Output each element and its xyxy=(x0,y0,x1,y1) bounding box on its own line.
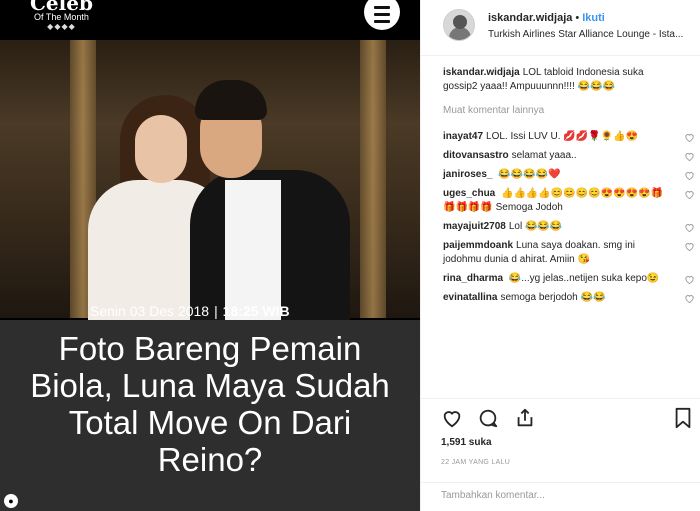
photo-person-woman-face xyxy=(135,115,187,183)
headline-box: Foto Bareng Pemain Biola, Luna Maya Suda… xyxy=(0,320,420,511)
comment-username[interactable]: mayajuit2708 xyxy=(443,221,506,232)
avatar[interactable] xyxy=(443,9,475,41)
comment-text: Semoga Jodoh xyxy=(495,202,563,213)
photo-person-man-hair xyxy=(195,80,267,120)
location-link[interactable]: Turkish Airlines Star Alliance Lounge - … xyxy=(488,29,696,40)
comments-list: iskandar.widjaja LOL tabloid Indonesia su… xyxy=(443,66,695,310)
heart-icon[interactable] xyxy=(684,222,695,233)
heart-icon[interactable] xyxy=(684,151,695,162)
brand-title: Celeb xyxy=(30,0,93,15)
comment-username[interactable]: uges_chua xyxy=(443,188,495,199)
comment-emoji: 😂😂 xyxy=(580,292,606,303)
comment-text: LOL. Issi LUV U. xyxy=(486,131,561,142)
brand-ornament: ◆◆◆◆ xyxy=(47,22,76,31)
article-time: 18:25 WIB xyxy=(222,303,290,319)
comment-emoji: 😉 xyxy=(646,273,660,284)
post-time: 22 JAM YANG LALU xyxy=(441,459,511,466)
menu-icon[interactable] xyxy=(364,0,400,30)
brand-logo: Celeb Of The Month ◆◆◆◆ xyxy=(30,0,93,31)
comment-text: semoga berjodoh xyxy=(500,292,578,303)
article-date-text: Senin 03 Des 2018 xyxy=(90,303,210,319)
comment-emoji-pre: 😂 xyxy=(508,273,522,284)
comment-username[interactable]: inayat47 xyxy=(443,131,483,142)
comment-item: inayat47 LOL. Issi LUV U. 💋💋🌹🌻👍😍 xyxy=(443,130,695,144)
caption-username[interactable]: iskandar.widjaja xyxy=(443,67,520,78)
comment-item: evinatallina semoga berjodoh 😂😂 xyxy=(443,291,695,305)
photo-pillar xyxy=(360,40,386,318)
comment-username[interactable]: paijemmdoank xyxy=(443,240,513,251)
comment-text: ...yg jelas..netijen suka kepo xyxy=(521,273,647,284)
caption: iskandar.widjaja LOL tabloid Indonesia su… xyxy=(443,66,693,94)
comment-username[interactable]: rina_dharma xyxy=(443,273,503,284)
comment-icon[interactable] xyxy=(477,407,499,429)
comment-item: mayajuit2708 Lol 😂😂😂 xyxy=(443,220,695,234)
comment-emoji: 💋💋🌹🌻👍😍 xyxy=(563,131,638,142)
headline-text: Foto Bareng Pemain Biola, Luna Maya Suda… xyxy=(30,330,390,478)
caption-emoji: 😂😂😂 xyxy=(577,81,615,92)
comment-item: uges_chua 👍👍👍👍😊😊😊😊😍😍😍😍🎁🎁🎁🎁🎁 Semoga Jodoh xyxy=(443,187,695,215)
article-date: Senin 03 Des 2018 | 18:25 WIB xyxy=(90,303,290,319)
post-panel: iskandar.widjaja • Ikuti Turkish Airlines … xyxy=(420,0,700,511)
post-media[interactable]: Celeb Of The Month ◆◆◆◆ Senin 03 Des 201… xyxy=(0,0,420,511)
comment-emoji: 😂😂😂 xyxy=(524,221,563,232)
header-username[interactable]: iskandar.widjaja xyxy=(488,12,572,24)
comment-username[interactable]: ditovansastro xyxy=(443,150,509,161)
date-separator: | xyxy=(214,303,218,319)
comment-emoji: 😘 xyxy=(577,254,590,265)
header-user-line: iskandar.widjaja • Ikuti xyxy=(488,12,605,24)
action-icons xyxy=(441,407,546,429)
comment-item: paijemmdoank Luna saya doakan. smg ini jo… xyxy=(443,239,695,267)
comment-username[interactable]: janiroses_ xyxy=(443,169,492,180)
heart-icon[interactable] xyxy=(684,170,695,181)
comment-username[interactable]: evinatallina xyxy=(443,292,497,303)
heart-icon[interactable] xyxy=(684,189,695,200)
comment-item: rina_dharma 😂...yg jelas..netijen suka k… xyxy=(443,272,695,286)
comment-item: janiroses_ 😂😂😂😂❤️ xyxy=(443,168,695,182)
share-icon[interactable] xyxy=(514,407,536,429)
like-icon[interactable] xyxy=(441,407,463,429)
add-comment-bar xyxy=(421,482,700,511)
post-header: iskandar.widjaja • Ikuti Turkish Airlines … xyxy=(421,0,700,56)
user-tag-icon[interactable]: ● xyxy=(4,494,18,508)
heart-icon[interactable] xyxy=(684,132,695,143)
bookmark-icon[interactable] xyxy=(673,407,693,429)
post-actions: 1,591 suka 22 JAM YANG LALU xyxy=(421,398,700,511)
brand-subtitle: Of The Month xyxy=(34,12,89,22)
comment-input[interactable] xyxy=(441,490,681,501)
heart-icon[interactable] xyxy=(684,274,695,285)
follow-button[interactable]: Ikuti xyxy=(582,12,605,24)
comment-item: ditovansastro selamat yaaa.. xyxy=(443,149,695,163)
heart-icon[interactable] xyxy=(684,241,695,252)
post-photo xyxy=(0,40,420,330)
heart-icon[interactable] xyxy=(684,293,695,304)
comment-text: Lol xyxy=(508,221,523,232)
comment-text: selamat yaaa.. xyxy=(511,150,577,161)
comment-emoji: 😂😂😂😂❤️ xyxy=(498,169,561,180)
load-more-comments[interactable]: Muat komentar lainnya xyxy=(443,104,693,118)
header-dot: • xyxy=(575,12,580,24)
likes-count[interactable]: 1,591 suka xyxy=(441,437,492,448)
